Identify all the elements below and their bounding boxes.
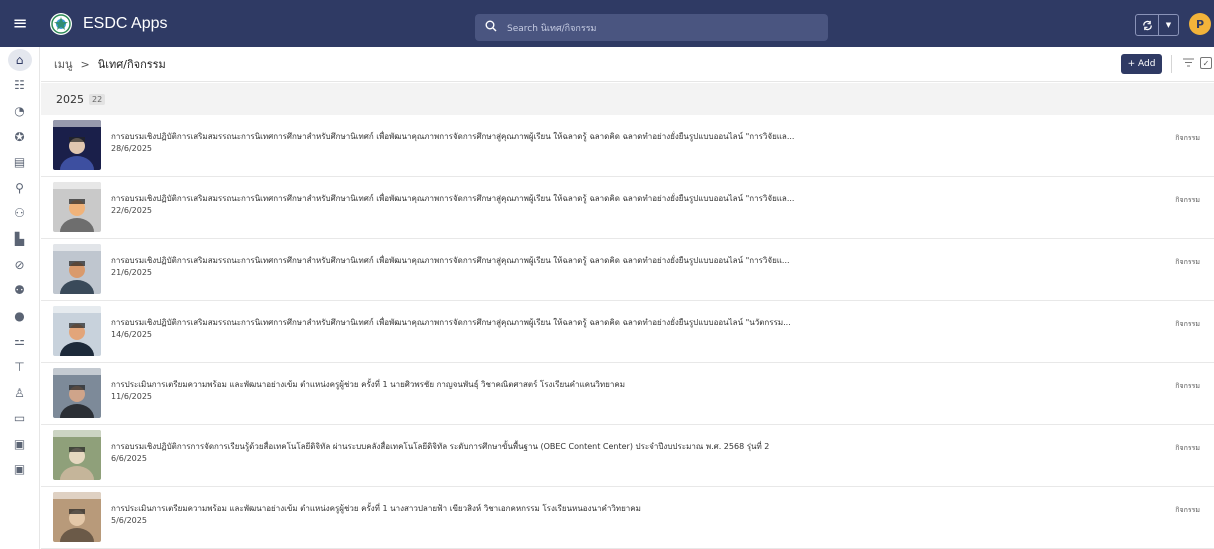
menu-icon[interactable]: ≡: [0, 0, 40, 47]
list-icon: ▤: [13, 155, 26, 170]
sidebar-item-person-network[interactable]: ⚍: [0, 329, 39, 355]
sidebar-item-badge[interactable]: ✪: [0, 124, 39, 150]
activity-type-tag: กิจกรรม: [1175, 382, 1200, 390]
sidebar-item-report-2[interactable]: ▣: [0, 457, 39, 483]
activity-date: 6/6/2025: [111, 454, 147, 463]
search-input[interactable]: Search นิเทศ/กิจกรรม: [475, 14, 828, 41]
activity-date: 5/6/2025: [111, 516, 147, 525]
chart-icon: ◔: [14, 103, 25, 118]
filter-icon[interactable]: [1183, 57, 1194, 70]
logo-emblem-icon: [51, 13, 71, 34]
sidebar-item-hierarchy[interactable]: ⊤: [0, 354, 39, 380]
breadcrumb-separator: >: [80, 57, 90, 71]
activity-type-tag: กิจกรรม: [1175, 134, 1200, 142]
list-item[interactable]: การประเมินการเตรียมความพร้อม และพัฒนาอย่…: [41, 363, 1214, 425]
chat-icon: ▭: [13, 411, 26, 426]
activity-thumbnail: [53, 120, 101, 170]
activity-type-tag: กิจกรรม: [1175, 444, 1200, 452]
sidebar-item-group[interactable]: ⚉: [0, 277, 39, 303]
toolbar-divider: [1171, 55, 1172, 73]
report-icon: ▣: [13, 436, 26, 451]
org-chart-icon: ☷: [14, 78, 25, 93]
year-group-header[interactable]: 2025 22: [41, 83, 1214, 115]
sidebar-item-home[interactable]: ⌂: [0, 47, 39, 73]
search-icon: [485, 20, 497, 36]
activity-title[interactable]: การอบรมเชิงปฏิบัติการเสริมสมรรถนะการนิเท…: [111, 254, 790, 267]
sidebar-item-chat[interactable]: ▭: [0, 405, 39, 431]
select-all-checkbox-icon[interactable]: ✓: [1200, 57, 1212, 69]
add-button[interactable]: + Add: [1121, 54, 1162, 74]
sidebar-item-compass[interactable]: ⊘: [0, 252, 39, 278]
activity-date: 28/6/2025: [111, 144, 153, 153]
list-item[interactable]: การอบรมเชิงปฏิบัติการเสริมสมรรถนะการนิเท…: [41, 239, 1214, 301]
sidebar-item-list[interactable]: ▤: [0, 149, 39, 175]
sidebar-item-family[interactable]: ♙: [0, 380, 39, 406]
activity-title[interactable]: การประเมินการเตรียมความพร้อม และพัฒนาอย่…: [111, 502, 641, 515]
activity-thumbnail: [53, 244, 101, 294]
group-year: 2025: [56, 92, 84, 106]
sidebar-item-person[interactable]: ●: [0, 303, 39, 329]
sync-control: ▼: [1135, 14, 1179, 36]
list-item[interactable]: การประเมินการเตรียมความพร้อม และพัฒนาอย่…: [41, 487, 1214, 549]
teacher-icon: ▙: [14, 231, 25, 246]
activity-title[interactable]: การอบรมเชิงปฏิบัติการเสริมสมรรถนะการนิเท…: [111, 130, 794, 143]
sidebar-item-report[interactable]: ▣: [0, 431, 39, 457]
activity-type-tag: กิจกรรม: [1175, 320, 1200, 328]
sidebar: ⌂ ☷ ◔ ✪ ▤ ⚲ ⚇ ▙ ⊘ ⚉ ● ⚍ ⊤ ♙ ▭ ▣ ▣: [0, 47, 40, 549]
activity-title[interactable]: การอบรมเชิงปฏิบัติการเสริมสมรรถนะการนิเท…: [111, 316, 791, 329]
person-icon: ●: [14, 308, 25, 323]
list-item[interactable]: การอบรมเชิงปฏิบัติการเสริมสมรรถนะการนิเท…: [41, 301, 1214, 363]
activity-title[interactable]: การอบรมเชิงปฏิบัติการการจัดการเรียนรู้ด้…: [111, 440, 769, 453]
activity-title[interactable]: การอบรมเชิงปฏิบัติการเสริมสมรรถนะการนิเท…: [111, 192, 794, 205]
activity-thumbnail: [53, 368, 101, 418]
avatar[interactable]: P: [1189, 13, 1211, 35]
sidebar-item-location[interactable]: ⚲: [0, 175, 39, 201]
app-logo: [50, 12, 72, 35]
hierarchy-icon: ⊤: [14, 359, 25, 374]
group-icon: ⚉: [14, 283, 25, 298]
list-item[interactable]: การอบรมเชิงปฏิบัติการการจัดการเรียนรู้ด้…: [41, 425, 1214, 487]
sidebar-item-chart[interactable]: ◔: [0, 98, 39, 124]
group-count-badge: 22: [89, 93, 106, 105]
users-icon: ⚇: [14, 206, 25, 221]
sidebar-item-users[interactable]: ⚇: [0, 201, 39, 227]
chevron-down-icon[interactable]: ▼: [1158, 15, 1178, 35]
report-2-icon: ▣: [13, 462, 26, 477]
activity-type-tag: กิจกรรม: [1175, 506, 1200, 514]
person-network-icon: ⚍: [14, 334, 25, 349]
activity-thumbnail: [53, 430, 101, 480]
sync-icon[interactable]: [1136, 15, 1158, 35]
app-title: ESDC Apps: [83, 14, 168, 32]
family-icon: ♙: [14, 385, 25, 400]
activity-date: 14/6/2025: [111, 330, 153, 339]
activity-thumbnail: [53, 492, 101, 542]
home-icon: ⌂: [7, 48, 32, 71]
list-item[interactable]: การอบรมเชิงปฏิบัติการเสริมสมรรถนะการนิเท…: [41, 177, 1214, 239]
compass-icon: ⊘: [14, 257, 25, 272]
sidebar-item-org-chart[interactable]: ☷: [0, 73, 39, 99]
activity-thumbnail: [53, 182, 101, 232]
activity-type-tag: กิจกรรม: [1175, 258, 1200, 266]
breadcrumb-root[interactable]: เมนู: [54, 55, 73, 73]
list-item[interactable]: การอบรมเชิงปฏิบัติการเสริมสมรรถนะการนิเท…: [41, 115, 1214, 177]
activity-thumbnail: [53, 306, 101, 356]
search-placeholder: Search นิเทศ/กิจกรรม: [507, 23, 597, 34]
activity-title[interactable]: การประเมินการเตรียมความพร้อม และพัฒนาอย่…: [111, 378, 625, 391]
breadcrumb: เมนู > นิเทศ/กิจกรรม + Add ✓: [41, 47, 1214, 82]
page-title: นิเทศ/กิจกรรม: [97, 58, 166, 71]
badge-icon: ✪: [14, 129, 25, 144]
activity-list: การอบรมเชิงปฏิบัติการเสริมสมรรถนะการนิเท…: [41, 115, 1214, 549]
sidebar-item-teacher[interactable]: ▙: [0, 226, 39, 252]
activity-type-tag: กิจกรรม: [1175, 196, 1200, 204]
activity-date: 21/6/2025: [111, 268, 153, 277]
activity-date: 11/6/2025: [111, 392, 153, 401]
activity-date: 22/6/2025: [111, 206, 153, 215]
top-app-bar: ≡ ESDC Apps Search นิเทศ/กิจกรรม ▼ P: [0, 0, 1214, 47]
location-icon: ⚲: [15, 180, 24, 195]
